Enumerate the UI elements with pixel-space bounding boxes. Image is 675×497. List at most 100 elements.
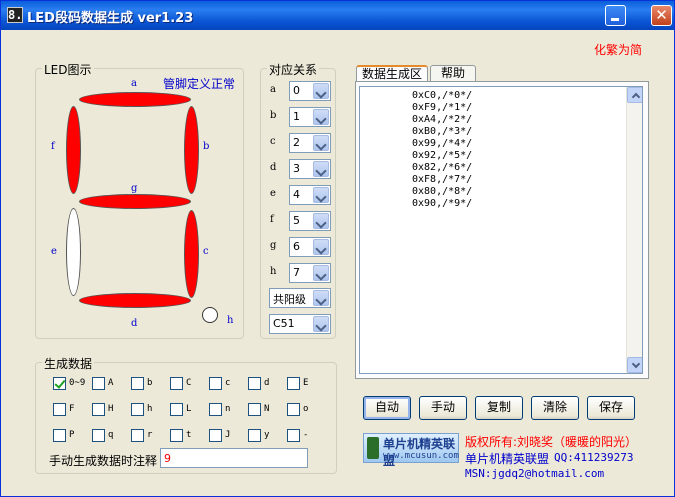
clear-button[interactable]: 清除 [531,396,579,420]
segment-a[interactable] [79,92,191,107]
pin-select-d[interactable]: 3 [289,159,331,179]
scroll-down-icon[interactable] [627,357,642,373]
checkbox-2[interactable] [92,377,105,390]
segment-f[interactable] [66,106,81,194]
checkbox-9[interactable] [92,403,105,416]
output-line: 0xF8,/*7*/ [412,174,473,185]
chevron-down-icon[interactable] [313,109,329,125]
checkbox-6[interactable] [248,377,261,390]
chevron-down-icon[interactable] [313,187,329,203]
polarity-select[interactable]: 共阳级 [269,288,331,308]
pin-row-label: e [270,188,276,199]
mcusun-logo[interactable]: 单片机精英联盟 www.mcusun.com [363,433,459,468]
note-input[interactable]: 9 [160,448,308,468]
checkbox-3[interactable] [131,377,144,390]
segment-h-dot[interactable] [202,307,218,323]
checkbox-label: c [225,378,231,388]
checkbox-14[interactable] [287,403,300,416]
chevron-down-icon[interactable] [313,83,329,99]
checkbox-10[interactable] [131,403,144,416]
checkbox-20[interactable] [248,429,261,442]
chevron-down-icon[interactable] [313,161,329,177]
chevron-down-icon[interactable] [313,290,329,306]
chevron-down-icon[interactable] [313,265,329,281]
pin-mapping-title: 对应关系 [267,61,320,78]
led-app-icon: 8. [7,7,23,23]
checkbox-11[interactable] [170,403,183,416]
segment-g[interactable] [79,194,191,209]
copyright-text: 版权所有:刘晓奖（暖暖的阳光） [465,435,638,449]
chevron-down-icon[interactable] [313,135,329,151]
title-bar[interactable]: 8. LED段码数据生成 ver1.23 ✕ [1,1,674,30]
segment-label-d: d [131,318,138,329]
save-button[interactable]: 保存 [587,396,635,420]
checkbox-7[interactable] [287,377,300,390]
segment-b[interactable] [184,106,199,194]
checkbox-5[interactable] [209,377,222,390]
checkbox-label: J [225,430,231,440]
generate-data-title: 生成数据 [42,355,95,372]
pin-select-value: 0 [293,84,300,97]
pin-select-b[interactable]: 1 [289,107,331,127]
checkbox-21[interactable] [287,429,300,442]
checkbox-label: H [108,404,114,414]
chevron-down-icon[interactable] [313,316,329,332]
segment-c[interactable] [184,210,199,298]
compiler-select[interactable]: C51 [269,314,331,334]
logo-url: www.mcusun.com [383,451,459,461]
checkbox-12[interactable] [209,403,222,416]
pin-select-f[interactable]: 5 [289,211,331,231]
minimize-button[interactable] [605,5,626,26]
checkbox-label: t [186,430,192,440]
segment-e[interactable] [66,208,81,296]
pin-select-value: 4 [293,188,300,201]
pin-row-label: d [270,162,277,173]
pin-select-e[interactable]: 4 [289,185,331,205]
copy-button[interactable]: 复制 [475,396,523,420]
checkbox-18[interactable] [170,429,183,442]
checkbox-19[interactable] [209,429,222,442]
checkbox-4[interactable] [170,377,183,390]
simplify-link[interactable]: 化繁为简 [594,41,642,58]
checkbox-label: E [303,378,309,388]
pin-select-value: 7 [293,266,300,279]
msn-text[interactable]: MSN:jgdq2@hotmail.com [465,467,604,480]
checkbox-15[interactable] [53,429,66,442]
led-display-title: LED图示 [42,61,94,78]
pin-row-label: c [270,136,276,147]
segment-d[interactable] [79,293,191,308]
pin-row-label: f [270,214,274,225]
pin-select-c[interactable]: 2 [289,133,331,153]
checkbox-17[interactable] [131,429,144,442]
tab-help[interactable]: 帮助 [430,65,476,81]
checkbox-16[interactable] [92,429,105,442]
chevron-down-icon[interactable] [313,213,329,229]
output-line: 0x92,/*5*/ [412,150,473,161]
checkbox-label: b [147,378,153,388]
pin-select-g[interactable]: 6 [289,237,331,257]
close-button[interactable]: ✕ [651,5,672,26]
tab-data-generation[interactable]: 数据生成区 [356,65,428,82]
chevron-down-icon[interactable] [313,239,329,255]
vertical-scrollbar[interactable] [626,87,642,373]
scroll-up-icon[interactable] [627,87,642,103]
checkbox-8[interactable] [53,403,66,416]
pin-row-label: h [270,266,277,277]
auto-button[interactable]: 自动 [363,396,411,420]
checkbox-label: C [186,378,192,388]
segment-label-h: h [227,315,234,326]
checkbox-label: d [264,378,270,388]
output-textarea[interactable]: 0xC0,/*0*/0xF9,/*1*/0xA4,/*2*/0xB0,/*3*/… [359,86,643,374]
pin-select-a[interactable]: 0 [289,81,331,101]
manual-button[interactable]: 手动 [419,396,467,420]
data-tab-pane: 0xC0,/*0*/0xF9,/*1*/0xA4,/*2*/0xB0,/*3*/… [355,81,649,379]
checkbox-label: P [69,430,75,440]
pin-select-h[interactable]: 7 [289,263,331,283]
checkbox-13[interactable] [248,403,261,416]
output-line: 0x82,/*6*/ [412,162,473,173]
checkbox-1[interactable] [53,377,66,390]
checkbox-label: F [69,404,75,414]
pin-select-value: 1 [293,110,300,123]
pin-select-value: 5 [293,214,300,227]
segment-label-c: c [203,246,209,257]
